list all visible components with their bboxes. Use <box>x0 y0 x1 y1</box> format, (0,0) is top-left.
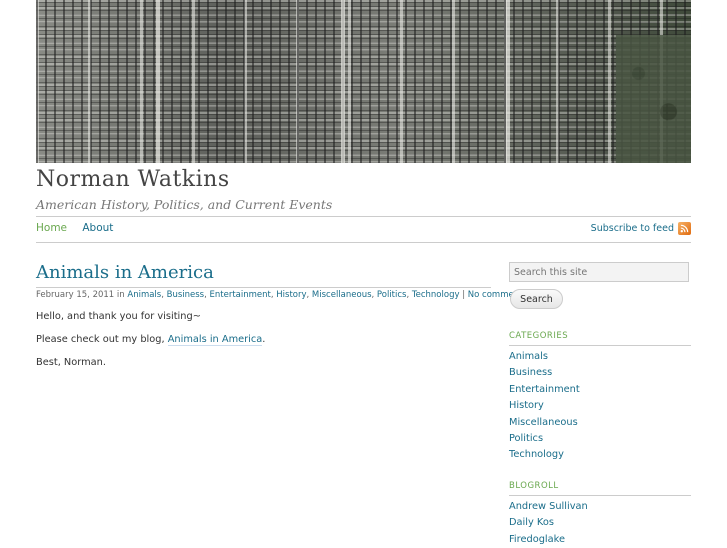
list-item: Politics <box>509 431 580 447</box>
meta-separator: , <box>270 290 274 300</box>
subscribe-feed-link[interactable]: Subscribe to feed <box>591 222 691 235</box>
header-divider <box>36 216 691 217</box>
blogroll-list: Andrew Sullivan Daily Kos Firedoglake <box>509 499 588 548</box>
site-title[interactable]: Norman Watkins <box>36 167 230 192</box>
list-item: Daily Kos <box>509 515 588 531</box>
subscribe-label: Subscribe to feed <box>590 223 674 234</box>
post-category-link[interactable]: Miscellaneous <box>312 290 372 300</box>
list-item: Business <box>509 365 580 381</box>
blogroll-link[interactable]: Firedoglake <box>509 534 565 545</box>
post-category-link[interactable]: Entertainment <box>210 290 271 300</box>
meta-comments-separator: | <box>462 290 466 300</box>
meta-separator: , <box>161 290 164 300</box>
post-category-link[interactable]: Technology <box>412 290 460 300</box>
meta-separator: , <box>204 290 207 300</box>
post-title-divider <box>36 287 491 288</box>
search-button[interactable]: Search <box>510 289 563 309</box>
post-meta: February 15, 2011 in Animals, Business, … <box>36 290 527 300</box>
page: Norman Watkins American History, Politic… <box>0 0 727 545</box>
post-body: Hello, and thank you for visiting~ Pleas… <box>36 311 491 380</box>
post-category-link[interactable]: Politics <box>377 290 407 300</box>
blogroll-divider <box>509 495 691 496</box>
paragraph-text: Please check out my blog, <box>36 334 168 345</box>
post-paragraph: Hello, and thank you for visiting~ <box>36 311 201 322</box>
list-item: Andrew Sullivan <box>509 499 588 515</box>
paragraph-text: . <box>262 334 266 345</box>
category-link[interactable]: Technology <box>509 449 564 460</box>
blogroll-link[interactable]: Andrew Sullivan <box>509 501 588 512</box>
header-image-avenue <box>506 0 510 163</box>
category-link[interactable]: Animals <box>509 351 548 362</box>
blog-link[interactable]: Animals in America <box>167 334 263 346</box>
meta-separator: , <box>371 290 375 300</box>
categories-divider <box>509 345 691 346</box>
list-item: Miscellaneous <box>509 415 580 431</box>
category-link[interactable]: History <box>509 400 544 411</box>
blogroll-widget-title: BLOGROLL <box>509 481 559 491</box>
header-image-avenue <box>341 0 345 163</box>
category-link[interactable]: Politics <box>509 433 543 444</box>
search-input[interactable] <box>509 262 689 282</box>
nav-about-link[interactable]: About <box>82 222 113 234</box>
post-category-link[interactable]: History <box>276 290 306 300</box>
header-image-avenue <box>156 0 160 163</box>
site-tagline: American History, Politics, and Current … <box>36 197 333 212</box>
post-title[interactable]: Animals in America <box>36 262 214 283</box>
nav-home-link[interactable]: Home <box>36 222 67 234</box>
category-link[interactable]: Miscellaneous <box>509 417 578 428</box>
meta-separator: , <box>306 290 310 300</box>
category-link[interactable]: Entertainment <box>509 384 580 395</box>
categories-widget-title: CATEGORIES <box>509 331 569 341</box>
list-item: Animals <box>509 349 580 365</box>
category-link[interactable]: Business <box>509 367 552 378</box>
post-paragraph: Best, Norman. <box>36 357 106 368</box>
nav-divider <box>36 242 691 243</box>
list-item: Entertainment <box>509 382 580 398</box>
header-image-park <box>616 35 691 163</box>
list-item: History <box>509 398 580 414</box>
list-item: Firedoglake <box>509 532 588 548</box>
post-in-word: in <box>116 290 125 300</box>
blogroll-link[interactable]: Daily Kos <box>509 517 554 528</box>
post-date: February 15, 2011 <box>36 290 115 300</box>
list-item: Technology <box>509 447 580 463</box>
main-nav: Home About <box>36 222 125 234</box>
header-image <box>36 0 691 163</box>
post-category-link[interactable]: Business <box>167 290 204 300</box>
meta-separator: , <box>406 290 410 300</box>
post-paragraph: Please check out my blog, Animals in Ame… <box>36 334 491 346</box>
post-category-link[interactable]: Animals <box>127 290 161 300</box>
rss-feed-icon <box>678 222 691 235</box>
categories-list: Animals Business Entertainment History M… <box>509 349 580 464</box>
